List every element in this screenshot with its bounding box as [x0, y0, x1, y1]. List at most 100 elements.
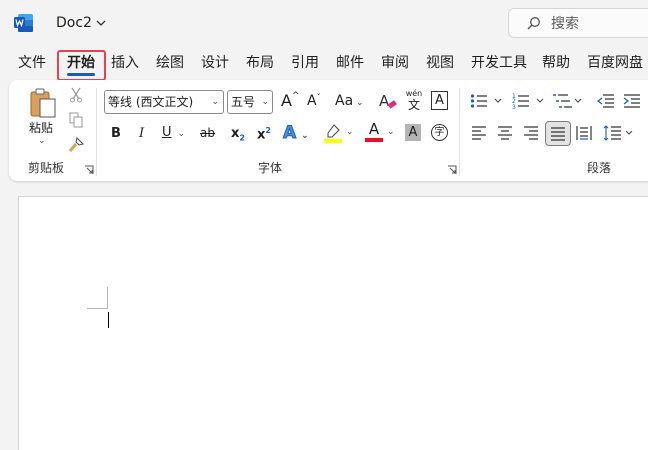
enclose-characters-icon: 字 [434, 127, 445, 138]
format-painter-icon[interactable] [67, 136, 85, 154]
document-name: Doc2 [56, 15, 92, 31]
align-right-icon [524, 126, 538, 140]
line-spacing-button[interactable] [603, 124, 635, 146]
grow-font-icon: A [281, 91, 292, 110]
justify-icon [551, 126, 565, 141]
multilevel-list-icon [553, 94, 582, 108]
font-color-dropdown-icon[interactable]: ⌄ [387, 127, 395, 137]
change-case-button[interactable]: Aa ⌄ [335, 93, 364, 109]
font-size-select[interactable]: 五号 ⌄ [227, 90, 273, 114]
font-color-bar [365, 138, 383, 142]
font-size-value: 五号 [231, 95, 256, 109]
justify-button[interactable] [545, 121, 571, 146]
font-color-button[interactable]: A [365, 121, 383, 143]
align-right-button[interactable] [523, 125, 539, 145]
document-title[interactable]: Doc2 [56, 14, 106, 32]
group-separator [96, 88, 97, 176]
clipboard-group-label: 剪贴板 [28, 161, 65, 175]
font-name-select[interactable]: 等线 (西文正文) ⌄ [104, 90, 224, 114]
tab-mailings[interactable]: 邮件 [336, 50, 364, 80]
paragraph-group-label: 段落 [587, 161, 612, 175]
italic-button[interactable]: I [139, 126, 144, 141]
text-cursor [108, 312, 109, 328]
highlight-color-button[interactable] [324, 123, 342, 143]
highlighter-icon [324, 124, 342, 143]
clear-format-icon[interactable]: A [377, 90, 399, 112]
bullet-list-icon [470, 94, 502, 108]
align-center-button[interactable] [497, 125, 513, 145]
paste-button-label[interactable]: 粘贴 [29, 119, 53, 136]
character-border-button[interactable]: A [431, 91, 448, 110]
paste-dropdown-icon[interactable]: ⌄ [38, 136, 46, 146]
font-name-value: 等线 (西文正文) [108, 95, 194, 109]
subscript-digit: 2 [239, 133, 245, 143]
strikethrough-button[interactable]: ab [200, 126, 215, 140]
search-box[interactable]: 搜索 [508, 8, 648, 38]
search-placeholder: 搜索 [551, 16, 579, 32]
tab-developer[interactable]: 开发工具 [471, 50, 527, 80]
tab-draw[interactable]: 绘图 [156, 50, 184, 80]
superscript-digit: 2 [265, 126, 271, 135]
tab-design[interactable]: 设计 [201, 50, 229, 80]
highlight-dropdown-icon[interactable]: ⌄ [346, 127, 354, 137]
shrink-font-button[interactable]: Aˇ [307, 93, 321, 109]
multilevel-list-button[interactable] [553, 92, 585, 114]
distributed-icon [576, 126, 592, 140]
tab-review[interactable]: 审阅 [381, 50, 409, 80]
line-spacing-icon [603, 125, 633, 141]
increase-indent-button[interactable] [623, 93, 641, 113]
distributed-button[interactable] [576, 125, 592, 145]
chevron-down-icon [96, 20, 106, 26]
superscript-button[interactable]: x2 [257, 126, 271, 142]
align-center-icon [498, 126, 512, 140]
grow-font-button[interactable]: A^ [281, 91, 300, 110]
cut-icon[interactable] [68, 86, 84, 104]
active-tab-underline [67, 73, 95, 76]
character-shading-button[interactable]: A [405, 124, 421, 141]
tab-file[interactable]: 文件 [18, 50, 46, 80]
clipboard-launcher-icon[interactable] [84, 164, 94, 174]
shrink-font-icon: A [307, 93, 317, 109]
group-separator [459, 88, 460, 176]
tab-view[interactable]: 视图 [426, 50, 454, 80]
font-color-icon: A [368, 120, 380, 138]
underline-button[interactable]: U ⌄ [162, 125, 185, 140]
tab-baidu-netdisk[interactable]: 百度网盘 [587, 50, 643, 80]
chevron-down-icon: ⌄ [261, 97, 269, 107]
subscript-button[interactable]: x2 [231, 126, 245, 143]
search-icon [527, 17, 540, 30]
increase-indent-icon [623, 94, 640, 108]
chevron-down-icon: ⌄ [211, 97, 219, 107]
tab-layout[interactable]: 布局 [246, 50, 274, 80]
font-launcher-icon[interactable] [447, 164, 457, 174]
svg-text:3: 3 [512, 104, 516, 110]
word-logo-icon [14, 14, 33, 32]
svg-text:A: A [379, 92, 390, 110]
font-group-label: 字体 [258, 161, 283, 175]
phonetic-guide-button[interactable]: wén 文 [404, 89, 424, 112]
tab-references[interactable]: 引用 [291, 50, 319, 80]
character-border-icon: A [435, 93, 444, 108]
tab-insert[interactable]: 插入 [111, 50, 139, 80]
underline-icon: U [162, 125, 172, 140]
paste-icon[interactable] [27, 87, 59, 119]
text-effects-button[interactable]: A ⌄ [282, 123, 308, 144]
copy-icon[interactable] [68, 111, 84, 129]
align-left-icon [472, 126, 486, 140]
numbered-list-icon: 1 2 3 [512, 93, 544, 111]
margin-corner-mark [87, 308, 108, 309]
bullets-button[interactable] [470, 93, 504, 113]
phonetic-guide-char: 文 [407, 98, 420, 112]
numbering-button[interactable]: 1 2 3 [512, 92, 546, 114]
bold-button[interactable]: B [111, 126, 121, 141]
tab-help[interactable]: 帮助 [542, 50, 570, 80]
change-case-icon: Aa [335, 93, 354, 109]
align-left-button[interactable] [471, 125, 487, 145]
character-shading-icon: A [408, 125, 418, 140]
decrease-indent-icon [596, 94, 614, 108]
text-effects-icon: A [282, 123, 297, 144]
decrease-indent-button[interactable] [596, 93, 615, 113]
margin-corner-mark [107, 287, 108, 308]
document-page[interactable] [18, 196, 648, 450]
enclose-characters-button[interactable]: 字 [431, 124, 448, 141]
